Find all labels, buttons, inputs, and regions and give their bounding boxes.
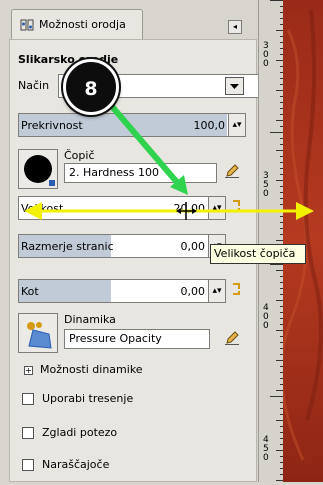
yellow-arrow-left-head	[24, 202, 42, 220]
step-number-badge: 8	[63, 59, 119, 115]
annotation-overlay	[24, 101, 314, 220]
resize-cursor-icon	[176, 202, 197, 220]
green-pointer-arrow	[106, 101, 185, 190]
yellow-arrow-right-head	[296, 202, 314, 220]
tooltip-brush-size: Velikost čopiča	[210, 244, 306, 264]
